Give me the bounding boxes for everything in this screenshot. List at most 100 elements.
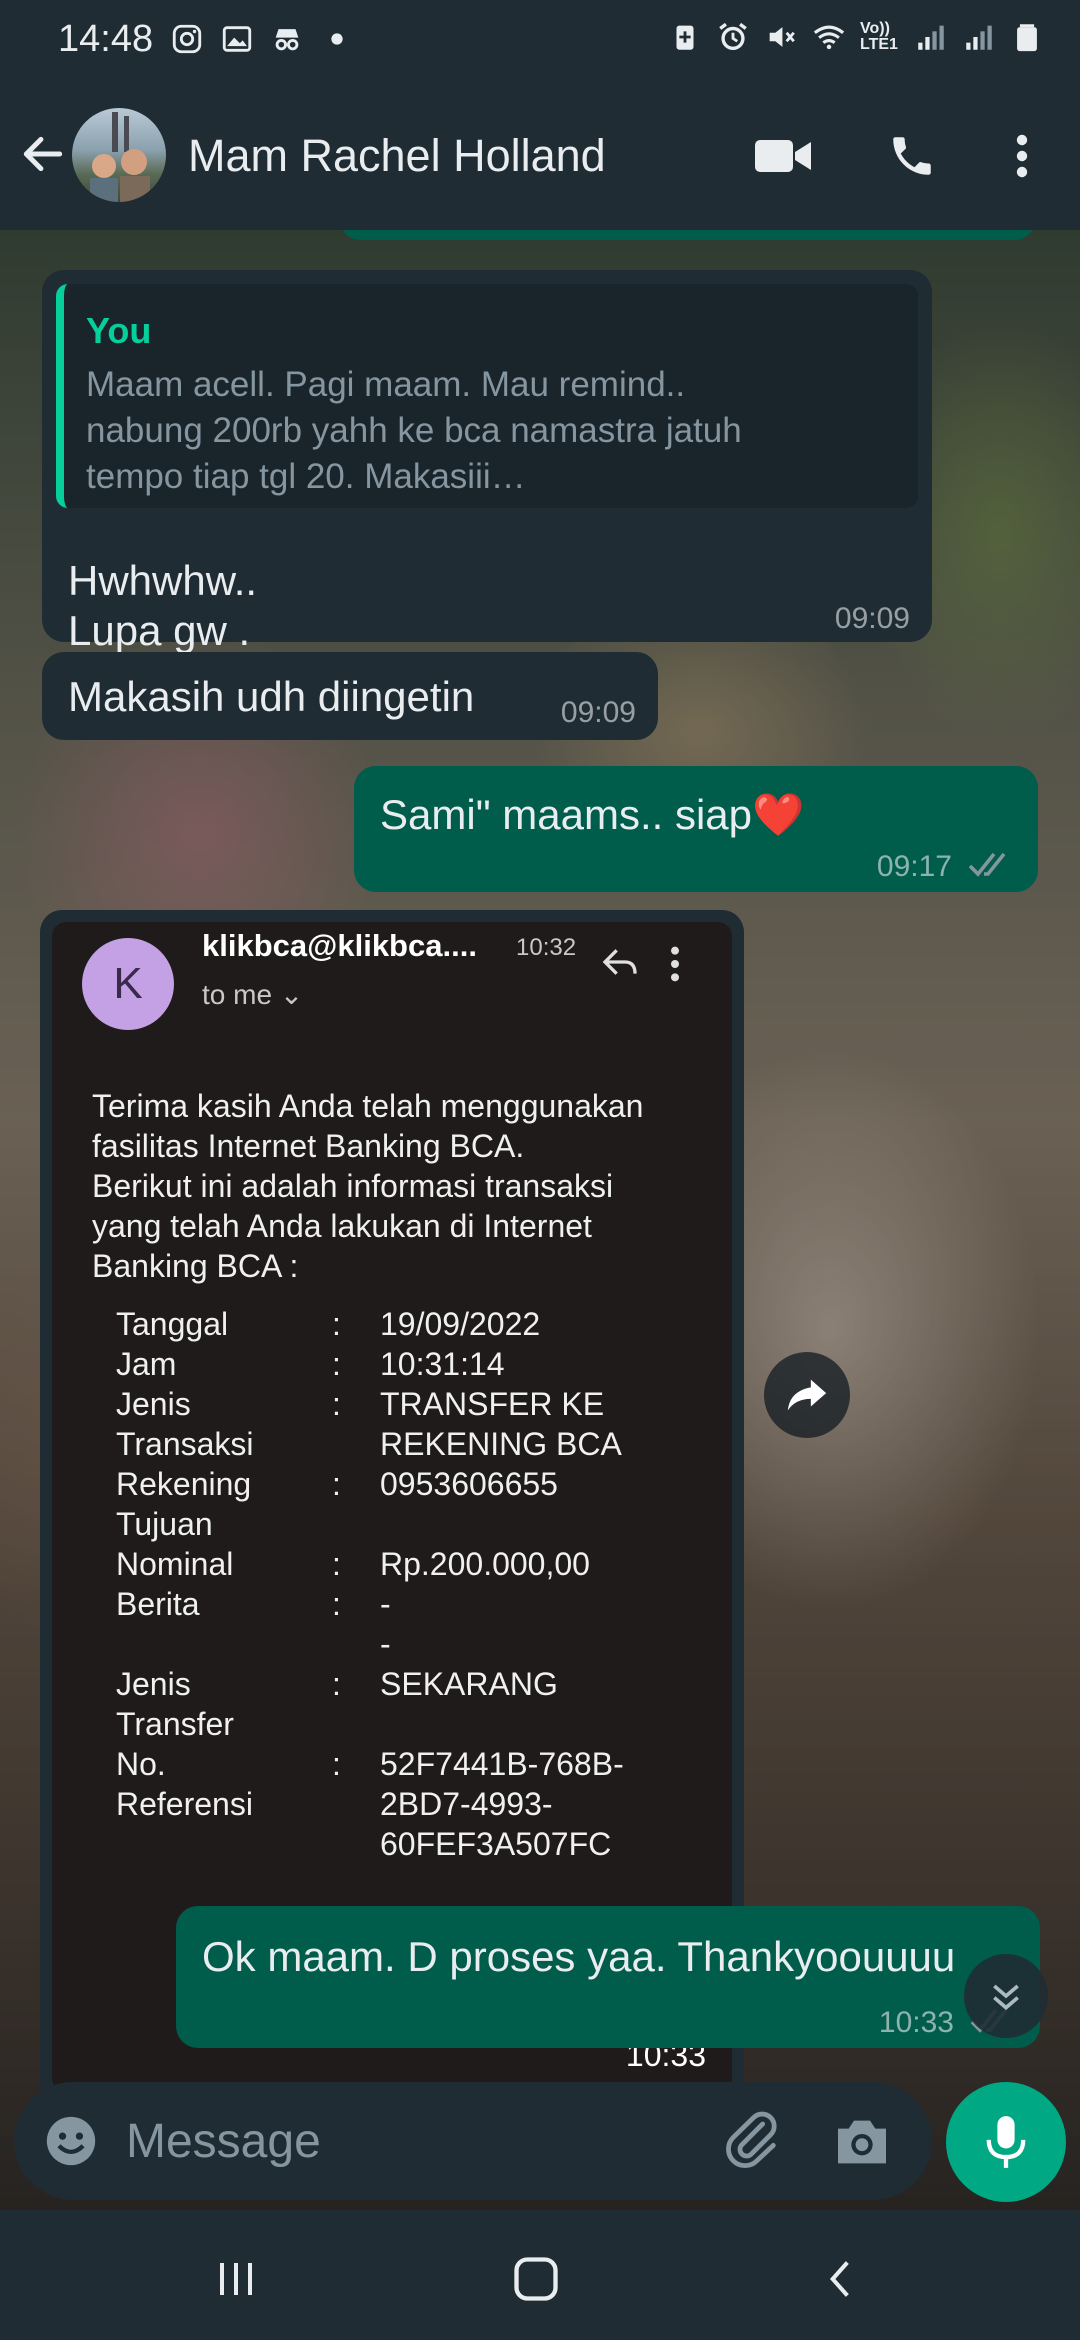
forward-button[interactable] [764, 1352, 850, 1438]
email-body-line: Berikut ini adalah informasi transaksi [92, 1168, 614, 1204]
status-right-icons: Vo)) LTE1 [668, 20, 1044, 54]
quote-line: Maam acell. Pagi maam. Mau remind.. [86, 365, 686, 404]
detail-value: Rp.200.000,00 [380, 1546, 590, 1582]
wifi-icon [813, 25, 845, 50]
alarm-icon [719, 22, 747, 51]
recent-apps-icon [220, 2263, 252, 2295]
video-call-button[interactable] [752, 124, 816, 188]
chat-header: Mam Rachel Holland [0, 84, 1080, 230]
detail-separator: : [332, 1386, 341, 1422]
detail-value: - - [380, 1586, 391, 1662]
detail-row: Rekening Tujuan: 0953606655 [116, 1464, 716, 1542]
dot-icon [331, 33, 343, 45]
detail-row: Jenis Transfer: SEKARANG [116, 1664, 716, 1742]
video-call-icon [755, 140, 811, 172]
more-vert-icon [671, 946, 679, 982]
email-recipient: to me ⌄ [202, 979, 304, 1010]
more-options-button[interactable] [990, 124, 1054, 188]
incognito-icon [275, 29, 299, 51]
more-vert-icon [1016, 134, 1028, 178]
avatar-photo [90, 112, 150, 202]
message-bubble-outgoing[interactable]: Sami" maams.. siap❤️ 09:17 [354, 766, 1038, 892]
detail-separator: : [332, 1466, 341, 1502]
status-left-icons [170, 22, 354, 56]
double-check-icon [968, 852, 1006, 877]
message-text: Makasih udh diingetin [68, 673, 475, 720]
attach-icon[interactable] [720, 2108, 784, 2172]
chat-area[interactable]: You Maam acell. Pagi maam. Mau remind.. … [0, 230, 1080, 2210]
detail-value: TRANSFER KE REKENING BCA [380, 1386, 622, 1462]
recent-apps-button[interactable] [196, 2244, 276, 2314]
detail-separator: : [332, 1346, 341, 1382]
message-bubble-outgoing[interactable]: Ok maam. D proses yaa. Thankyoouuuu 10:3… [176, 1906, 1040, 2048]
status-bar: 14:48 Vo)) LTE1 [0, 0, 1080, 84]
message-bubble-incoming[interactable]: You Maam acell. Pagi maam. Mau remind.. … [42, 270, 932, 654]
detail-label: Jenis Transfer [116, 1666, 234, 1742]
email-body-line: yang telah Anda lakukan di Internet [92, 1208, 592, 1244]
battery-icon [1017, 24, 1037, 52]
message-bubble-incoming[interactable]: Makasih udh diingetin 09:09 [42, 652, 658, 740]
detail-row: No. Referensi: 52F7441B-768B- 2BD7-4993- … [116, 1744, 716, 1862]
detail-label: Jenis Transaksi [116, 1386, 254, 1462]
detail-label: Nominal [116, 1546, 234, 1582]
message-text: Ok maam. D proses yaa. Thankyoouuuu [202, 1933, 956, 1980]
mic-icon [986, 2116, 1026, 2168]
signal-icon [918, 25, 944, 50]
email-body-line: Terima kasih Anda telah menggunakan [92, 1088, 644, 1124]
camera-icon[interactable] [830, 2110, 894, 2174]
home-icon [514, 2257, 558, 2301]
voice-call-button[interactable] [880, 124, 944, 188]
scroll-to-bottom-button[interactable] [964, 1954, 1048, 2038]
detail-label: Berita [116, 1586, 200, 1622]
detail-row: Jenis Transaksi: TRANSFER KE REKENING BCA [116, 1384, 716, 1462]
message-time: 09:17 [876, 850, 952, 883]
chevron-left-icon [829, 2261, 849, 2297]
back-button[interactable] [800, 2244, 880, 2314]
back-arrow-icon[interactable] [18, 124, 68, 184]
detail-label: Rekening Tujuan [116, 1466, 252, 1542]
phone-icon [893, 137, 931, 175]
quoted-message[interactable]: You Maam acell. Pagi maam. Mau remind.. … [56, 284, 918, 508]
detail-separator: : [332, 1546, 341, 1582]
message-text: Sami" maams.. siap❤️ [380, 791, 805, 838]
mute-icon [769, 27, 795, 47]
detail-value: 10:31:14 [380, 1346, 505, 1382]
quote-line: tempo tiap tgl 20. Makasiii… [86, 457, 526, 496]
detail-separator: : [332, 1746, 341, 1782]
quote-author: You [86, 310, 152, 351]
message-text: Lupa gw . [68, 607, 251, 654]
detail-separator: : [332, 1306, 341, 1342]
detail-row: Jam: 10:31:14 [116, 1344, 716, 1382]
double-chevron-down-icon [993, 1984, 1019, 2011]
system-nav-bar [0, 2214, 1080, 2340]
message-time: 10:33 [878, 2006, 954, 2039]
detail-row: Tanggal: 19/09/2022 [116, 1304, 716, 1342]
status-time: 14:48 [58, 18, 154, 60]
signal-icon [966, 25, 992, 50]
message-text: Hwhwhw.. [68, 557, 258, 604]
message-time: 09:09 [834, 602, 910, 635]
email-body: Terima kasih Anda telah menggunakan fasi… [92, 1086, 712, 1286]
avatar[interactable] [72, 108, 166, 202]
instagram-icon [172, 24, 202, 54]
email-sender: klikbca@klikbca.... [202, 928, 477, 963]
detail-label: No. Referensi [116, 1746, 253, 1822]
home-button[interactable] [496, 2244, 576, 2314]
message-input[interactable] [126, 2108, 706, 2174]
emoji-icon[interactable] [42, 2112, 100, 2170]
detail-value: 0953606655 [380, 1466, 558, 1502]
message-time: 09:09 [560, 696, 636, 729]
forward-icon [787, 1379, 827, 1411]
mic-button[interactable] [946, 2082, 1066, 2202]
gallery-icon [222, 26, 252, 52]
email-body-line: fasilitas Internet Banking BCA. [92, 1128, 525, 1164]
contact-name[interactable]: Mam Rachel Holland [188, 130, 606, 182]
volte-icon: Vo)) LTE1 [860, 20, 898, 53]
quote-line: nabung 200rb yahh ke bca namastra jatuh [86, 411, 742, 450]
previous-message-bubble[interactable] [340, 230, 1035, 240]
email-sender-avatar: K [82, 938, 174, 1030]
detail-separator: : [332, 1586, 341, 1622]
detail-separator: : [332, 1666, 341, 1702]
message-composer [14, 2082, 932, 2200]
detail-row: Berita: - - [116, 1584, 716, 1662]
